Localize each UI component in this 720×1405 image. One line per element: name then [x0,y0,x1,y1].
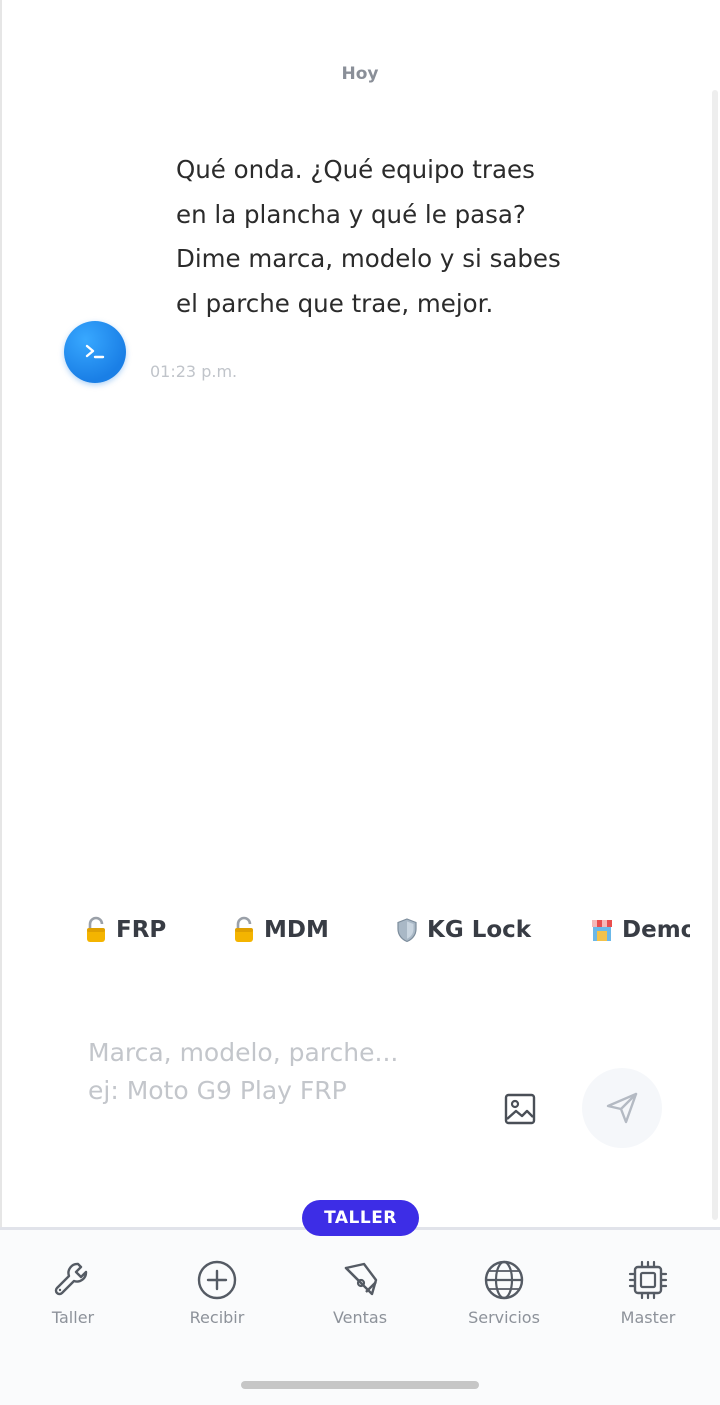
chip-mdm[interactable]: MDM [232,916,329,944]
message-line: el parche que trae, mejor. [176,288,494,318]
chip-frp[interactable]: FRP [84,916,166,944]
pen-tool-icon [344,1262,378,1296]
nav-item-recibir[interactable]: Recibir [157,1258,277,1327]
home-indicator[interactable] [241,1381,479,1389]
nav-label: Recibir [189,1308,245,1327]
terminal-icon [85,344,105,359]
send-button[interactable] [582,1068,662,1148]
active-section-badge: TALLER [302,1200,419,1236]
shield-icon [395,916,419,944]
message-line: en la plancha y qué le pasa? [176,199,526,229]
assistant-avatar [64,321,126,383]
chip-label: KG Lock [427,917,532,943]
input-placeholder-line: Marca, modelo, parche... [88,1038,399,1067]
assistant-message: Qué onda. ¿Qué equipo traes en la planch… [176,148,616,326]
send-icon [606,1092,638,1124]
chip-label: FRP [116,917,167,943]
chip-label: Demo [622,917,690,943]
nav-label: Servicios [468,1308,540,1327]
chip-label: MDM [264,917,329,943]
lock-icon [232,916,256,944]
nav-item-master[interactable]: Master [588,1258,708,1327]
chip-demo[interactable]: Demo [590,916,690,944]
plus-circle-icon [197,1260,237,1300]
image-icon [504,1093,536,1125]
wrench-icon [54,1262,88,1296]
bottom-navigation: Taller Recibir Ventas Servicios Master [0,1230,720,1405]
store-icon [590,916,614,944]
nav-label: Taller [51,1308,95,1327]
window-edge [0,0,2,1405]
globe-icon [484,1260,524,1300]
message-line: Dime marca, modelo y si sabes [176,244,561,273]
message-timestamp: 01:23 p.m. [150,362,238,381]
lock-icon [84,916,108,944]
message-input[interactable]: Marca, modelo, parche... ej: Moto G9 Pla… [88,1034,488,1110]
message-line: Qué onda. ¿Qué equipo traes [176,155,535,184]
input-placeholder-line: ej: Moto G9 Play FRP [88,1076,347,1105]
nav-item-servicios[interactable]: Servicios [444,1258,564,1327]
attach-image-button[interactable] [503,1092,537,1126]
quick-chips-row: FRP MDM KG Lock Demo [0,916,690,956]
nav-label: Ventas [332,1308,388,1327]
chip-kg-lock[interactable]: KG Lock [395,916,531,944]
chip-icon [628,1260,668,1300]
nav-item-taller[interactable]: Taller [13,1258,133,1327]
chat-scrollbar[interactable] [712,90,718,1220]
date-separator: Hoy [341,64,379,84]
nav-item-ventas[interactable]: Ventas [300,1258,420,1327]
nav-label: Master [620,1308,676,1327]
